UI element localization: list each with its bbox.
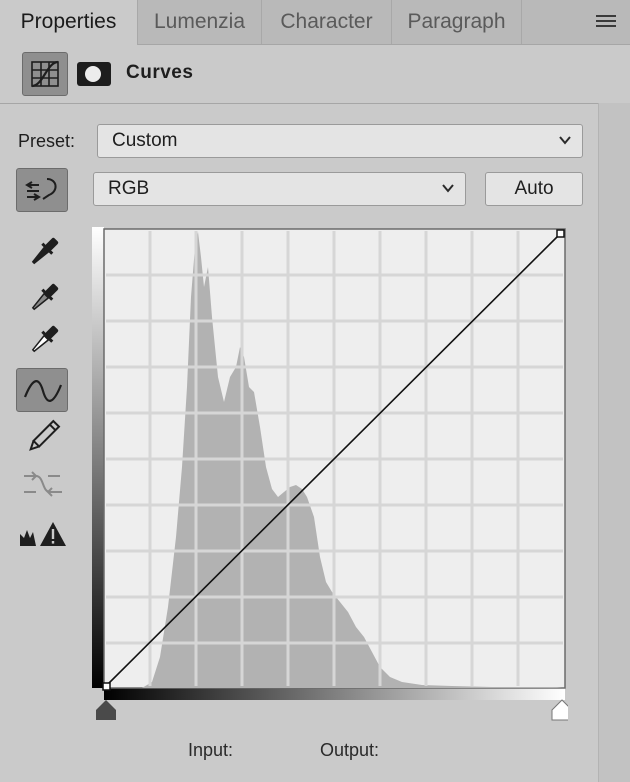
- output-gradient-bar: [92, 227, 104, 688]
- clipping-warning-icon[interactable]: [16, 514, 68, 558]
- smooth-curve-icon: [16, 462, 68, 506]
- channel-dropdown[interactable]: RGB: [93, 172, 466, 206]
- black-point-slider[interactable]: [96, 700, 116, 720]
- panel-menu-icon[interactable]: [596, 15, 616, 29]
- chevron-down-icon: [559, 136, 571, 145]
- white-point-eyedropper-icon[interactable]: [16, 320, 68, 364]
- preset-label: Preset:: [18, 131, 76, 151]
- tab-paragraph[interactable]: Paragraph: [392, 0, 522, 44]
- tab-properties[interactable]: Properties: [0, 0, 138, 45]
- layer-mask-icon[interactable]: [77, 62, 111, 86]
- preset-dropdown[interactable]: Custom: [97, 124, 583, 158]
- pencil-icon[interactable]: [16, 416, 68, 460]
- input-gradient-bar: [104, 688, 565, 700]
- black-point-eyedropper-icon[interactable]: [16, 232, 68, 276]
- panel-scrollbar[interactable]: [598, 103, 630, 782]
- channel-value: RGB: [108, 178, 150, 199]
- curves-graph[interactable]: [92, 227, 568, 723]
- auto-button[interactable]: Auto: [485, 172, 583, 206]
- on-image-adjust-icon[interactable]: [16, 168, 68, 212]
- input-label: Input:: [188, 740, 234, 760]
- white-point-slider[interactable]: [551, 699, 568, 721]
- preset-value: Custom: [112, 130, 178, 151]
- tab-lumenzia[interactable]: Lumenzia: [138, 0, 262, 44]
- curve-point-black[interactable]: [102, 682, 111, 691]
- curves-adjustment-icon[interactable]: [22, 52, 68, 96]
- output-label: Output:: [320, 740, 380, 760]
- panel-tab-bar: Properties Lumenzia Character Paragraph: [0, 0, 630, 45]
- panel-title: Curves: [126, 62, 194, 83]
- tab-character[interactable]: Character: [262, 0, 392, 44]
- curve-point-white[interactable]: [556, 229, 565, 238]
- chevron-down-icon: [442, 184, 454, 193]
- gray-point-eyedropper-icon[interactable]: [16, 278, 68, 322]
- curve-points-icon[interactable]: [16, 368, 68, 412]
